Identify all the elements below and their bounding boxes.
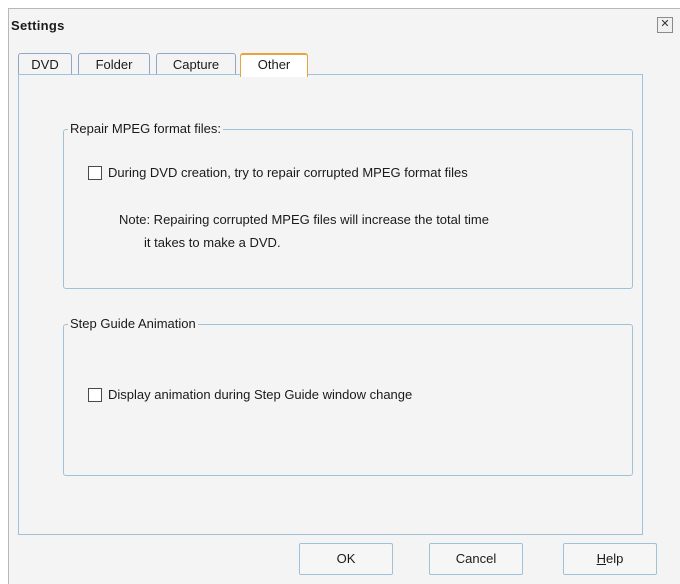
repair-mpeg-checkbox[interactable] [88, 165, 102, 180]
tab-folder[interactable]: Folder [78, 53, 150, 75]
repair-note-line2: it takes to make a DVD. [144, 235, 281, 250]
help-button[interactable]: Help [563, 543, 657, 575]
help-mnemonic: H [596, 551, 607, 566]
step-guide-animation-checkbox-label[interactable]: Display animation during Step Guide wind… [108, 387, 412, 402]
tab-other[interactable]: Other [240, 53, 308, 77]
step-guide-animation-group: Step Guide Animation Display animation d… [63, 316, 633, 476]
repair-mpeg-group-label: Repair MPEG format files: [68, 121, 223, 136]
title-bar[interactable]: Settings ✕ [9, 9, 680, 43]
cancel-button[interactable]: Cancel [429, 543, 523, 575]
step-guide-group-label: Step Guide Animation [68, 316, 198, 331]
tab-dvd[interactable]: DVD [18, 53, 72, 75]
help-label-rest: elp [606, 551, 624, 566]
ok-button[interactable]: OK [299, 543, 393, 575]
tab-capture[interactable]: Capture [156, 53, 236, 75]
step-guide-animation-checkbox[interactable] [88, 387, 102, 402]
repair-mpeg-group: Repair MPEG format files: During DVD cre… [63, 121, 633, 289]
step-guide-animation-option[interactable]: Display animation during Step Guide wind… [88, 387, 412, 402]
close-icon[interactable]: ✕ [657, 17, 673, 33]
tab-panel-other: Repair MPEG format files: During DVD cre… [18, 74, 643, 535]
repair-mpeg-checkbox-label[interactable]: During DVD creation, try to repair corru… [108, 165, 468, 180]
repair-note-line1: Note: Repairing corrupted MPEG files wil… [119, 212, 489, 227]
repair-mpeg-option[interactable]: During DVD creation, try to repair corru… [88, 165, 468, 180]
window-title: Settings [11, 18, 65, 33]
